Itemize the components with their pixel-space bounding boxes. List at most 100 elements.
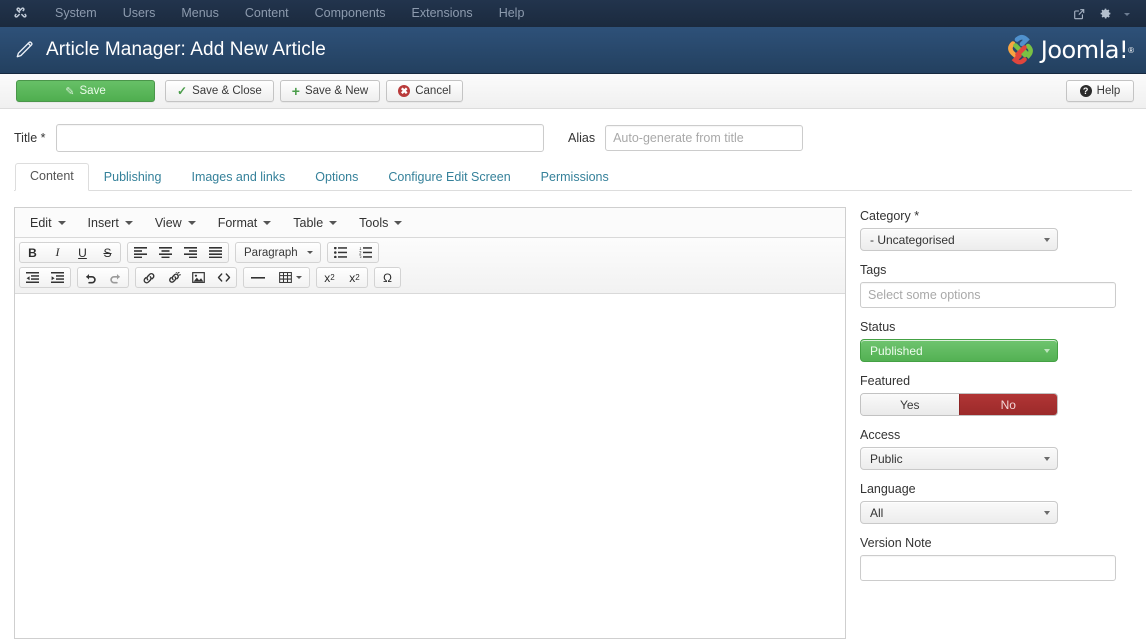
page-header: Article Manager: Add New Article Joomla!… — [0, 27, 1146, 74]
title-input[interactable] — [56, 124, 544, 152]
editor-toolbar-row-2: x2 x2 Ω — [19, 266, 841, 289]
editor-menu-edit[interactable]: Edit — [19, 212, 77, 234]
editor-menu-table[interactable]: Table — [282, 212, 348, 234]
strikethrough-icon[interactable]: S — [96, 243, 119, 262]
chevron-down-icon — [188, 221, 196, 225]
nav-item-menus[interactable]: Menus — [168, 0, 232, 27]
list-group: 123 — [327, 242, 379, 263]
language-select[interactable]: All — [860, 501, 1058, 524]
underline-icon[interactable]: U — [71, 243, 94, 262]
gear-icon[interactable] — [1099, 7, 1112, 20]
field-language: Language All — [860, 482, 1132, 524]
page-title: Article Manager: Add New Article — [46, 39, 326, 61]
editor-menu-format[interactable]: Format — [207, 212, 283, 234]
save-button[interactable]: ✎ Save — [16, 80, 155, 102]
italic-icon[interactable]: I — [46, 243, 69, 262]
help-button[interactable]: ? Help — [1066, 80, 1134, 102]
version-note-input[interactable] — [860, 555, 1116, 581]
action-toolbar: ✎ Save ✓ Save & Close + Save & New ✖ Can… — [0, 74, 1146, 109]
tab-configure-edit-screen[interactable]: Configure Edit Screen — [373, 164, 525, 191]
align-justify-icon[interactable] — [204, 243, 227, 262]
save-and-close-button[interactable]: ✓ Save & Close — [165, 80, 274, 102]
script-group: x2 x2 — [316, 267, 368, 288]
horizontal-rule-icon[interactable] — [245, 268, 271, 287]
nav-item-system[interactable]: System — [42, 0, 110, 27]
nav-item-components[interactable]: Components — [302, 0, 399, 27]
tab-bar: Content Publishing Images and links Opti… — [14, 163, 1132, 191]
chevron-down-icon[interactable] — [1124, 13, 1130, 16]
tab-images-and-links[interactable]: Images and links — [176, 164, 300, 191]
chevron-down-icon — [307, 251, 313, 254]
bold-icon[interactable]: B — [21, 243, 44, 262]
align-left-icon[interactable] — [129, 243, 152, 262]
table-icon[interactable] — [273, 268, 308, 287]
editor-toolbars: B I U S — [15, 238, 845, 294]
external-link-icon[interactable] — [1073, 8, 1085, 20]
indent-icon[interactable] — [46, 268, 69, 287]
category-select[interactable]: - Uncategorised — [860, 228, 1058, 251]
page-body: Title * Alias Content Publishing Images … — [0, 109, 1146, 639]
tab-publishing[interactable]: Publishing — [89, 164, 177, 191]
field-featured: Featured Yes No — [860, 374, 1132, 416]
nav-item-extensions[interactable]: Extensions — [399, 0, 486, 27]
indent-group — [19, 267, 71, 288]
plus-icon: + — [292, 84, 300, 98]
chevron-down-icon — [263, 221, 271, 225]
insert-group — [135, 267, 237, 288]
chevron-down-icon — [394, 221, 402, 225]
redo-icon[interactable] — [104, 268, 127, 287]
subscript-icon[interactable]: x2 — [318, 268, 341, 287]
undo-icon[interactable] — [79, 268, 102, 287]
field-version-note: Version Note — [860, 536, 1132, 581]
save-and-new-button[interactable]: + Save & New — [280, 80, 380, 102]
access-select-value: Public — [870, 452, 903, 466]
save-and-close-label: Save & Close — [192, 85, 262, 97]
chevron-down-icon — [296, 276, 302, 279]
nav-item-users[interactable]: Users — [110, 0, 169, 27]
link-icon[interactable] — [137, 268, 160, 287]
align-center-icon[interactable] — [154, 243, 177, 262]
tab-permissions[interactable]: Permissions — [526, 164, 624, 191]
help-button-label: Help — [1097, 85, 1121, 97]
tab-options[interactable]: Options — [300, 164, 373, 191]
special-character-icon[interactable]: Ω — [376, 268, 399, 287]
chevron-down-icon — [1044, 349, 1050, 353]
align-right-icon[interactable] — [179, 243, 202, 262]
alias-input[interactable] — [605, 125, 803, 151]
unlink-icon[interactable] — [162, 268, 185, 287]
status-select[interactable]: Published — [860, 339, 1058, 362]
chevron-down-icon — [1044, 457, 1050, 461]
bullet-list-icon[interactable] — [329, 243, 352, 262]
language-label: Language — [860, 482, 1132, 496]
source-code-icon[interactable] — [212, 268, 235, 287]
chevron-down-icon — [125, 221, 133, 225]
nav-item-content[interactable]: Content — [232, 0, 302, 27]
nav-item-help[interactable]: Help — [486, 0, 538, 27]
sidebar-panel: Category * - Uncategorised Tags Status P… — [846, 207, 1132, 639]
tab-content[interactable]: Content — [15, 163, 89, 191]
editor-menu-tools[interactable]: Tools — [348, 212, 413, 234]
numbered-list-icon[interactable]: 123 — [354, 243, 377, 262]
featured-yes-button[interactable]: Yes — [861, 394, 959, 415]
admin-nav: System Users Menus Content Components Ex… — [42, 0, 537, 27]
cancel-button[interactable]: ✖ Cancel — [386, 80, 463, 102]
editor-column: Edit Insert View Format — [14, 207, 846, 639]
superscript-icon[interactable]: x2 — [343, 268, 366, 287]
joomla-logo-icon[interactable] — [12, 6, 28, 22]
tags-label: Tags — [860, 263, 1132, 277]
chevron-down-icon — [58, 221, 66, 225]
editor-menu-view[interactable]: View — [144, 212, 207, 234]
editor-menu-insert[interactable]: Insert — [77, 212, 144, 234]
language-select-value: All — [870, 506, 883, 520]
featured-no-button[interactable]: No — [959, 394, 1058, 415]
image-icon[interactable] — [187, 268, 210, 287]
access-label: Access — [860, 428, 1132, 442]
svg-text:3: 3 — [359, 255, 362, 258]
format-select[interactable]: Paragraph — [237, 243, 319, 262]
access-select[interactable]: Public — [860, 447, 1058, 470]
outdent-icon[interactable] — [21, 268, 44, 287]
editor-menu-insert-label: Insert — [88, 216, 119, 230]
content-columns: Edit Insert View Format — [14, 191, 1132, 639]
editor-content-area[interactable] — [15, 294, 845, 638]
tags-input[interactable] — [860, 282, 1116, 308]
